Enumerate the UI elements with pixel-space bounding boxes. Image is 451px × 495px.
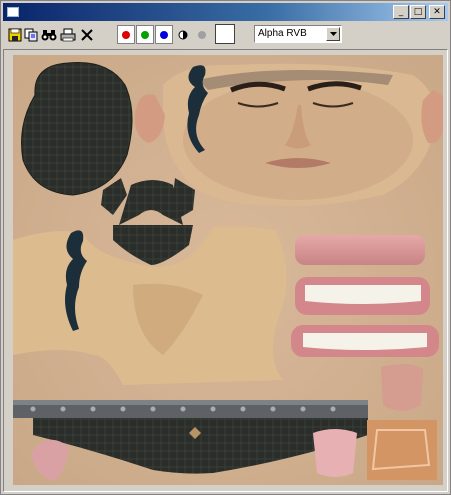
title-bar[interactable]: _ □ ✕: [3, 3, 448, 21]
dropdown-arrow-button[interactable]: [326, 27, 340, 41]
copy-icon: [24, 28, 38, 41]
green-channel-button[interactable]: [136, 25, 154, 44]
texture-viewer-window: _ □ ✕ Alpha RVB: [0, 0, 451, 495]
toolbar: Alpha RVB: [3, 23, 448, 47]
print-button[interactable]: [59, 26, 76, 43]
delete-button[interactable]: [78, 26, 95, 43]
texture-image: [13, 55, 443, 485]
background-color-swatch[interactable]: [215, 24, 235, 44]
find-button[interactable]: [40, 26, 57, 43]
window-icon: [7, 7, 19, 17]
upper-teeth: [305, 285, 421, 304]
half-circle-icon: [178, 30, 187, 39]
binoculars-icon: [41, 29, 56, 40]
maximize-icon: □: [413, 6, 423, 17]
lip-strip-top: [295, 235, 425, 265]
lower-teeth: [303, 333, 427, 350]
chevron-down-icon: [329, 32, 337, 36]
red-dot-icon: [122, 30, 130, 39]
minimize-button[interactable]: _: [393, 5, 409, 19]
green-dot-icon: [141, 30, 149, 39]
minimize-icon: _: [398, 6, 404, 17]
pink-patch-middle: [313, 429, 357, 477]
copy-button[interactable]: [23, 26, 40, 43]
save-icon: [8, 28, 21, 41]
monochrome-button[interactable]: [174, 26, 191, 43]
blue-dot-icon: [160, 30, 168, 39]
delete-icon: [80, 28, 93, 41]
save-button[interactable]: [6, 26, 23, 43]
red-channel-button[interactable]: [117, 25, 135, 44]
gray-dot-icon: [197, 30, 206, 39]
print-icon: [60, 28, 75, 41]
alpha-mode-value: Alpha RVB: [258, 28, 307, 39]
belt-highlight: [13, 400, 368, 405]
alpha-button[interactable]: [193, 26, 210, 43]
close-button[interactable]: ✕: [429, 5, 445, 19]
texture-canvas[interactable]: [3, 49, 448, 492]
close-icon: ✕: [433, 6, 441, 17]
maximize-button[interactable]: □: [410, 5, 426, 19]
tongue-patch: [381, 363, 423, 411]
alpha-mode-select[interactable]: Alpha RVB: [254, 25, 342, 43]
blue-channel-button[interactable]: [155, 25, 173, 44]
